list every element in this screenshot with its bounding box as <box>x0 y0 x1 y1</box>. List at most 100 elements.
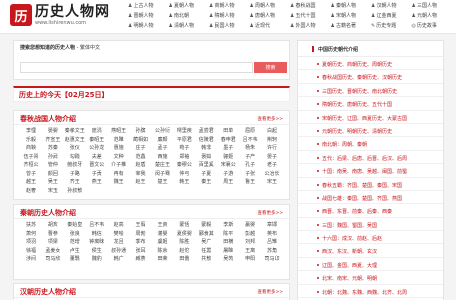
topnav-item[interactable]: ♟辽金西夏 <box>371 13 412 19</box>
person-link[interactable]: 宰我 <box>130 171 152 179</box>
topnav-item[interactable]: ♟汉朝人物 <box>371 3 412 9</box>
person-link[interactable]: 张良 <box>64 231 86 239</box>
person-link[interactable]: 蒙恬 <box>173 222 195 230</box>
person-link[interactable]: 周王 <box>217 179 239 187</box>
person-link[interactable]: 范蠡 <box>130 154 152 162</box>
topnav-item[interactable]: ♟三国人物 <box>412 3 453 9</box>
person-link[interactable]: 商鞅 <box>20 145 42 153</box>
person-link[interactable]: 春申君 <box>217 137 239 145</box>
person-link[interactable]: 楚王 <box>151 179 173 187</box>
search-button[interactable]: 搜索 <box>254 62 287 73</box>
person-link[interactable]: 赵佗 <box>173 248 195 256</box>
person-link[interactable]: 楚庄王 <box>151 162 173 170</box>
person-link[interactable]: 介子推 <box>108 162 130 170</box>
topnav-item[interactable]: ♟上古人物 <box>128 3 169 9</box>
person-link[interactable]: 王离 <box>239 248 261 256</box>
sidebar-item[interactable]: 三国历史、晋朝历史、南北朝历史 <box>298 84 443 98</box>
person-link[interactable]: 任嚣 <box>195 248 217 256</box>
person-link[interactable]: 子张 <box>239 171 261 179</box>
person-link[interactable]: 乐毅 <box>20 137 42 145</box>
sidebar-item[interactable]: 北宋、南宋、元朝、明朝 <box>298 271 443 285</box>
person-link[interactable]: 韩信 <box>86 231 108 239</box>
person-link[interactable]: 赵高 <box>108 222 130 230</box>
person-link[interactable]: 惠施 <box>108 145 130 153</box>
person-link[interactable]: 秦王 <box>195 179 217 187</box>
topnav-item[interactable]: ♟唐朝人物 <box>250 13 291 19</box>
today-in-history-bar[interactable]: 历史上的今天【02月25日】 <box>13 86 290 102</box>
person-link[interactable]: 嬴婴 <box>239 222 261 230</box>
person-link[interactable]: 秦穆公 <box>173 162 195 170</box>
more-link[interactable]: 查看更多>> <box>257 116 283 122</box>
person-link[interactable]: 苏角 <box>261 248 283 256</box>
sidebar-item[interactable]: 三国：魏国、蜀国、吴国 <box>298 218 443 232</box>
person-link[interactable]: 孟姜女 <box>42 248 64 256</box>
person-link[interactable]: 孙膑 <box>130 128 152 136</box>
person-link[interactable]: 杨朱 <box>239 145 261 153</box>
person-link[interactable]: 王贲 <box>151 222 173 230</box>
sidebar-item[interactable]: 十国：南吴、南唐、吴越、闽国、前蜀 <box>298 164 443 178</box>
person-link[interactable]: 苏秦 <box>42 145 64 153</box>
sidebar-item[interactable]: 战国七雄：秦国、楚国、齐国、燕国 <box>298 191 443 205</box>
person-link[interactable]: 信陵君 <box>195 137 217 145</box>
person-link[interactable]: 孔子 <box>239 162 261 170</box>
person-link[interactable]: 涉间 <box>20 256 42 264</box>
topnav-item[interactable]: ♟宋朝人物 <box>331 13 372 19</box>
person-link[interactable]: 魏王 <box>108 179 130 187</box>
person-link[interactable]: 鲁王 <box>239 179 261 187</box>
person-link[interactable]: 吕不韦 <box>239 137 261 145</box>
topnav-item[interactable]: ♟民国人物 <box>209 23 250 29</box>
more-link[interactable]: 查看更多>> <box>257 289 283 295</box>
person-link[interactable]: 越王 <box>20 179 42 187</box>
person-link[interactable]: 孟子 <box>151 145 173 153</box>
person-link[interactable]: 胡亥 <box>42 222 64 230</box>
person-link[interactable]: 屈原 <box>239 128 261 136</box>
person-link[interactable]: 司马卬 <box>261 256 283 264</box>
person-link[interactable]: 郑袖 <box>173 154 195 162</box>
person-link[interactable]: 李悝 <box>20 128 42 136</box>
person-link[interactable]: 鲍叔牙 <box>64 162 86 170</box>
person-link[interactable]: 颜回 <box>42 171 64 179</box>
person-link[interactable]: 管仲 <box>42 162 64 170</box>
person-link[interactable]: 侯生 <box>86 248 108 256</box>
person-link[interactable]: 赵王 <box>130 179 152 187</box>
person-link[interactable]: 项梁 <box>42 239 64 247</box>
person-link[interactable]: 钟离昧 <box>86 239 108 247</box>
person-link[interactable]: 章邯 <box>261 222 283 230</box>
sidebar-item[interactable]: 西汉、东汉、新朝、玄汉 <box>298 244 443 258</box>
person-link[interactable]: 陈平 <box>217 231 239 239</box>
person-link[interactable]: 冉有 <box>108 171 130 179</box>
person-link[interactable]: 樊哙 <box>108 231 130 239</box>
person-link[interactable]: 晏婴 <box>42 128 64 136</box>
sidebar-item[interactable]: 隋朝历史、唐朝历史、五代十国 <box>298 97 443 111</box>
person-link[interactable]: 夏侯婴 <box>173 231 195 239</box>
person-link[interactable]: 张耳 <box>130 248 152 256</box>
person-link[interactable]: 韩王 <box>173 179 195 187</box>
person-link[interactable]: 秦昭王 <box>86 137 108 145</box>
person-link[interactable]: 百里奚 <box>195 162 217 170</box>
person-link[interactable]: 公冶长 <box>261 171 283 179</box>
person-link[interactable]: 田横 <box>217 239 239 247</box>
person-link[interactable]: 陈胜 <box>173 239 195 247</box>
person-link[interactable]: 子游 <box>217 171 239 179</box>
person-link[interactable]: 仲弓 <box>173 171 195 179</box>
person-link[interactable]: 灌婴 <box>151 231 173 239</box>
person-link[interactable]: 吴王 <box>42 179 64 187</box>
topnav-item[interactable]: ◎历史故事 <box>412 23 453 29</box>
person-link[interactable]: 彭越 <box>239 231 261 239</box>
person-link[interactable]: 吴芮 <box>217 256 239 264</box>
topnav-item[interactable]: ♟夏朝人物 <box>169 3 210 9</box>
person-link[interactable]: 廉颇 <box>151 137 173 145</box>
person-link[interactable]: 范雎 <box>108 137 130 145</box>
topnav-item[interactable]: ♟古籍名著 <box>331 23 372 29</box>
person-link[interactable]: 庞涓 <box>86 128 108 136</box>
topnav-item[interactable]: ♟明朝人物 <box>128 23 169 29</box>
sidebar-item[interactable]: 春秋战国历史、秦朝历史、汉朝历史 <box>298 70 443 84</box>
person-link[interactable]: 白起 <box>261 128 283 136</box>
person-link[interactable]: 褒姒 <box>195 154 217 162</box>
person-link[interactable]: 徐福 <box>20 248 42 256</box>
person-link[interactable]: 吴广 <box>195 239 217 247</box>
person-link[interactable]: 扶苏 <box>20 222 42 230</box>
person-link[interactable]: 公孙衍 <box>151 128 173 136</box>
person-link[interactable]: 叔孙通 <box>108 248 130 256</box>
person-link[interactable]: 李斯 <box>217 222 239 230</box>
